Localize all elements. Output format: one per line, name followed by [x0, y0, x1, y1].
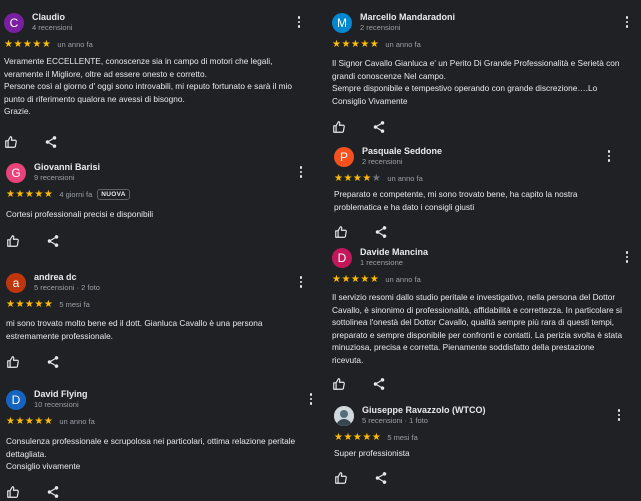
reviewer-meta: 5 recensioni · 2 foto: [34, 283, 100, 292]
review-date: 5 mesi fa: [59, 300, 90, 309]
review-text: mi sono trovato molto bene ed il dott. G…: [6, 318, 263, 341]
review-text: Il Signor Cavallo Gianluca e' un Perito …: [332, 58, 620, 106]
reviewer-avatar[interactable]: C: [4, 13, 24, 33]
new-badge: NUOVA: [97, 189, 130, 200]
reviewer-name[interactable]: Pasquale Seddone: [362, 146, 442, 156]
rating-row: ★★★★★ 4 giorni fa NUOVA: [6, 189, 130, 200]
rating-row: ★★★★★ un anno fa: [332, 274, 421, 285]
rating-row: ★★★★★ un anno fa: [332, 39, 421, 50]
reviewer-name[interactable]: Claudio: [32, 12, 65, 22]
star-rating: ★★★★★: [332, 274, 380, 285]
reviewer-meta: 2 recensioni: [362, 157, 403, 166]
review-text: Preparato e competente, mi sono trovato …: [334, 189, 578, 212]
reviewer-meta: 1 recensione: [360, 258, 403, 267]
share-icon[interactable]: [374, 471, 388, 485]
thumbs-up-icon[interactable]: [6, 234, 20, 248]
rating-row: ★★★★★ 5 mesi fa: [334, 432, 418, 443]
reviewer-meta: 10 recensioni: [34, 400, 79, 409]
reviewer-name[interactable]: Giovanni Barisi: [34, 162, 100, 172]
more-options-icon[interactable]: [604, 148, 614, 164]
reviewer-meta: 9 recensioni: [34, 173, 75, 182]
thumbs-up-icon[interactable]: [6, 355, 20, 369]
reviewer-meta: 2 recensioni: [360, 23, 401, 32]
reviewer-avatar[interactable]: D: [332, 248, 352, 268]
review-text: Consulenza professionale e scrupolosa ne…: [6, 436, 296, 471]
share-icon[interactable]: [46, 355, 60, 369]
more-options-icon[interactable]: [306, 391, 316, 407]
reviewer-meta: 5 recensioni · 1 foto: [362, 416, 428, 425]
thumbs-up-icon[interactable]: [334, 225, 348, 239]
reviewer-avatar[interactable]: P: [334, 147, 354, 167]
star-rating: ★★★★★: [6, 299, 54, 310]
review-date: un anno fa: [59, 417, 95, 426]
rating-row: ★★★★★ 5 mesi fa: [6, 299, 90, 310]
reviewer-name[interactable]: Davide Mancina: [360, 247, 428, 257]
star-rating: ★★★★★: [6, 189, 54, 200]
reviewer-avatar[interactable]: M: [332, 13, 352, 33]
review-date: 4 giorni fa: [59, 190, 93, 199]
review-date: un anno fa: [385, 40, 421, 49]
thumbs-up-icon[interactable]: [332, 120, 346, 134]
rating-row: ★★★★★ un anno fa: [4, 39, 93, 50]
review-text: Super professionista: [334, 448, 410, 458]
reviewer-avatar[interactable]: G: [6, 163, 26, 183]
thumbs-up-icon[interactable]: [334, 471, 348, 485]
more-options-icon[interactable]: [614, 407, 624, 423]
reviewer-name[interactable]: Giuseppe Ravazzolo (WTCO): [362, 405, 486, 415]
star-rating: ★★★★★: [332, 39, 380, 50]
star-rating: ★★★★★: [6, 416, 54, 427]
more-options-icon[interactable]: [622, 249, 632, 265]
star-rating: ★★★★★: [334, 173, 382, 184]
reviewer-meta: 4 recensioni: [32, 23, 73, 32]
more-options-icon[interactable]: [294, 14, 304, 30]
thumbs-up-icon[interactable]: [332, 377, 346, 391]
share-icon[interactable]: [44, 135, 58, 149]
share-icon[interactable]: [372, 120, 386, 134]
share-icon[interactable]: [374, 225, 388, 239]
review-date: un anno fa: [57, 40, 93, 49]
more-options-icon[interactable]: [296, 164, 306, 180]
more-options-icon[interactable]: [296, 274, 306, 290]
review-date: 5 mesi fa: [387, 433, 418, 442]
share-icon[interactable]: [46, 485, 60, 499]
reviewer-avatar[interactable]: a: [6, 273, 26, 293]
share-icon[interactable]: [46, 234, 60, 248]
review-text: Veramente ECCELLENTE, conoscenze sia in …: [4, 56, 292, 116]
reviewer-name[interactable]: andrea dc: [34, 272, 77, 282]
more-options-icon[interactable]: [622, 14, 632, 30]
star-rating: ★★★★★: [4, 39, 52, 50]
reviewer-name[interactable]: Marcello Mandaradoni: [360, 12, 455, 22]
review-date: un anno fa: [387, 174, 423, 183]
reviewer-avatar[interactable]: [334, 406, 354, 426]
thumbs-up-icon[interactable]: [4, 135, 18, 149]
review-date: un anno fa: [385, 275, 421, 284]
review-text: Cortesi professionali precisi e disponib…: [6, 209, 154, 219]
reviewer-name[interactable]: David Flying: [34, 389, 88, 399]
reviewer-avatar[interactable]: D: [6, 390, 26, 410]
share-icon[interactable]: [372, 377, 386, 391]
star-rating: ★★★★★: [334, 432, 382, 443]
thumbs-up-icon[interactable]: [6, 485, 20, 499]
rating-row: ★★★★★ un anno fa: [6, 416, 95, 427]
review-text: Il servizio resomi dallo studio peritale…: [332, 292, 623, 365]
rating-row: ★★★★★ un anno fa: [334, 173, 423, 184]
